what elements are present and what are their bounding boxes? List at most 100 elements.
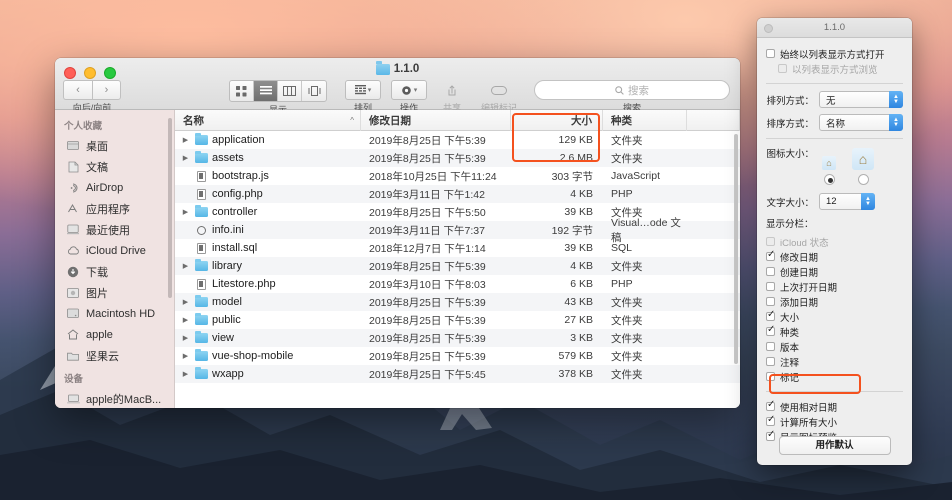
checkbox-icon[interactable]	[766, 342, 775, 351]
sidebar-item-icloud-drive[interactable]: iCloud Drive	[55, 240, 174, 261]
column-header-size[interactable]: 大小	[511, 110, 603, 131]
file-name-cell[interactable]: config.php	[175, 188, 361, 200]
file-list[interactable]: 名称 ^ 修改日期 大小 种类 ▶ application 2019年8月25日 下…	[175, 110, 740, 408]
checkbox-icon[interactable]	[766, 267, 775, 276]
disclosure-triangle-icon[interactable]: ▶	[181, 208, 190, 216]
column-header-date[interactable]: 修改日期	[361, 110, 511, 131]
column-view-button[interactable]	[278, 81, 302, 101]
file-name-cell[interactable]: ▶ view	[175, 330, 361, 344]
disclosure-triangle-icon[interactable]: ▶	[181, 136, 190, 144]
arrange-by-field[interactable]: 排列方式： 无 ▲ ▼	[766, 91, 903, 108]
checkbox-icon[interactable]	[766, 324, 775, 336]
column-option-checkbox[interactable]: 修改日期	[766, 249, 903, 264]
column-option-checkbox[interactable]: 版本	[766, 339, 903, 354]
share-button[interactable]	[437, 80, 467, 100]
arrange-by-select[interactable]: 无 ▲ ▼	[819, 91, 903, 108]
column-option-checkbox[interactable]: 创建日期	[766, 264, 903, 279]
column-option-checkbox[interactable]: 种类	[766, 324, 903, 339]
sidebar-item-apple-home[interactable]: apple	[55, 324, 174, 345]
sidebar-item-nutstore[interactable]: 坚果云	[55, 345, 174, 366]
back-button[interactable]: ‹	[63, 80, 92, 100]
view-options-panel[interactable]: 1.1.0 始终以列表显示方式打开 以列表显示方式浏览 排列方式： 无 ▲ ▼ 排	[757, 18, 912, 465]
checkbox-icon[interactable]	[766, 357, 775, 366]
search-input[interactable]: 搜索	[628, 83, 649, 98]
navigation-buttons[interactable]: ‹ ›	[63, 80, 121, 100]
file-name-cell[interactable]: bootstrap.js	[175, 170, 361, 182]
view-mode-segmented-control[interactable]	[229, 80, 327, 102]
file-name-cell[interactable]: ▶ public	[175, 312, 361, 326]
close-icon[interactable]	[764, 24, 773, 33]
disclosure-triangle-icon[interactable]: ▶	[181, 298, 190, 306]
file-name-cell[interactable]: ▶ application	[175, 132, 361, 146]
table-row[interactable]: ▶ model 2019年8月25日 下午5:39 43 KB 文件夹	[175, 293, 740, 311]
finder-sidebar[interactable]: 个人收藏 桌面 文稿 AirDrop 应用程序 最近使用 iCloud Driv…	[55, 110, 175, 408]
checkbox-icon[interactable]	[766, 297, 775, 306]
file-name-cell[interactable]: ▶ model	[175, 294, 361, 308]
table-row[interactable]: config.php 2019年3月11日 下午1:42 4 KB PHP	[175, 185, 740, 203]
checkbox-icon[interactable]	[766, 49, 775, 58]
radio-icon[interactable]	[857, 174, 869, 185]
table-row[interactable]: ▶ library 2019年8月25日 下午5:39 4 KB 文件夹	[175, 257, 740, 275]
file-name-cell[interactable]: ▶ wxapp	[175, 366, 361, 380]
list-view-button[interactable]	[254, 81, 278, 101]
column-option-checkbox[interactable]: 添加日期	[766, 294, 903, 309]
column-header-name[interactable]: 名称 ^	[175, 110, 361, 131]
table-row[interactable]: ▶ public 2019年8月25日 下午5:39 27 KB 文件夹	[175, 311, 740, 329]
sidebar-scrollbar[interactable]	[168, 118, 172, 298]
table-row[interactable]: bootstrap.js 2018年10月25日 下午11:24 303 字节 Jav…	[175, 167, 740, 185]
always-open-in-list-view-checkbox[interactable]: 始终以列表显示方式打开	[766, 46, 903, 61]
radio-icon[interactable]	[823, 174, 835, 185]
sidebar-item-macbook[interactable]: apple的MacB...	[55, 388, 174, 408]
chevron-updown-icon[interactable]: ▲ ▼	[889, 114, 903, 131]
text-size-field[interactable]: 文字大小： 12 ▲ ▼	[766, 193, 903, 210]
extra-option-checkbox[interactable]: 使用相对日期	[766, 399, 903, 414]
edit-tags-button[interactable]	[475, 80, 523, 100]
extra-option-checkbox[interactable]: 计算所有大小	[766, 414, 903, 429]
chevron-updown-icon[interactable]: ▲ ▼	[861, 193, 875, 210]
icon-size-radio-group[interactable]: ⌂ ⌂	[818, 148, 903, 185]
arrange-button[interactable]: ▾	[345, 80, 381, 100]
sidebar-item-macintosh-hd[interactable]: Macintosh HD	[55, 303, 174, 324]
column-option-checkbox[interactable]: 大小	[766, 309, 903, 324]
file-name-cell[interactable]: ▶ assets	[175, 150, 361, 164]
column-header-kind[interactable]: 种类	[603, 110, 687, 131]
icon-size-large-option[interactable]: ⌂	[852, 148, 874, 185]
table-row[interactable]: info.ini 2019年3月11日 下午7:37 192 字节 Visual…od…	[175, 217, 740, 244]
column-option-checkbox[interactable]: 标记	[766, 369, 903, 384]
file-name-cell[interactable]: install.sql	[175, 242, 361, 254]
table-row[interactable]: ▶ vue-shop-mobile 2019年8月25日 下午5:39 579 KB 文…	[175, 347, 740, 365]
checkbox-icon[interactable]	[766, 414, 775, 426]
table-row[interactable]: ▶ assets 2019年8月25日 下午5:39 2.6 MB 文件夹	[175, 149, 740, 167]
file-name-cell[interactable]: ▶ controller	[175, 204, 361, 218]
sidebar-item-desktop[interactable]: 桌面	[55, 135, 174, 156]
file-list-scrollbar[interactable]	[734, 134, 738, 364]
table-row[interactable]: ▶ application 2019年8月25日 下午5:39 129 KB 文件夹	[175, 131, 740, 149]
file-name-cell[interactable]: info.ini	[175, 224, 361, 236]
chevron-updown-icon[interactable]: ▲ ▼	[889, 91, 903, 108]
action-button[interactable]: ▾	[391, 80, 427, 100]
checkbox-icon[interactable]	[766, 399, 775, 411]
disclosure-triangle-icon[interactable]: ▶	[181, 352, 190, 360]
sort-by-field[interactable]: 排序方式： 名称 ▲ ▼	[766, 114, 903, 131]
sidebar-item-airdrop[interactable]: AirDrop	[55, 177, 174, 198]
sidebar-item-applications[interactable]: 应用程序	[55, 198, 174, 219]
disclosure-triangle-icon[interactable]: ▶	[181, 262, 190, 270]
use-as-defaults-button[interactable]: 用作默认	[778, 436, 891, 455]
sort-by-select[interactable]: 名称 ▲ ▼	[819, 114, 903, 131]
file-name-cell[interactable]: Litestore.php	[175, 278, 361, 290]
column-option-checkbox[interactable]: 注释	[766, 354, 903, 369]
finder-window[interactable]: 1.1.0 ‹ › 向后/向前 ▾ 排列 ▾ 操作 共享 编辑标记 搜索 搜索 …	[55, 58, 740, 408]
checkbox-icon[interactable]	[766, 309, 775, 321]
disclosure-triangle-icon[interactable]: ▶	[181, 316, 190, 324]
sidebar-item-documents[interactable]: 文稿	[55, 156, 174, 177]
forward-button[interactable]: ›	[92, 80, 121, 100]
checkbox-icon[interactable]	[766, 372, 775, 381]
table-row[interactable]: install.sql 2018年12月7日 下午1:14 39 KB SQL	[175, 239, 740, 257]
checkbox-icon[interactable]	[766, 249, 775, 261]
sidebar-item-pictures[interactable]: 图片	[55, 282, 174, 303]
disclosure-triangle-icon[interactable]: ▶	[181, 370, 190, 378]
sidebar-item-recents[interactable]: 最近使用	[55, 219, 174, 240]
table-row[interactable]: Litestore.php 2019年3月10日 下午8:03 6 KB PHP	[175, 275, 740, 293]
file-name-cell[interactable]: ▶ library	[175, 258, 361, 272]
gallery-view-button[interactable]	[302, 81, 326, 101]
